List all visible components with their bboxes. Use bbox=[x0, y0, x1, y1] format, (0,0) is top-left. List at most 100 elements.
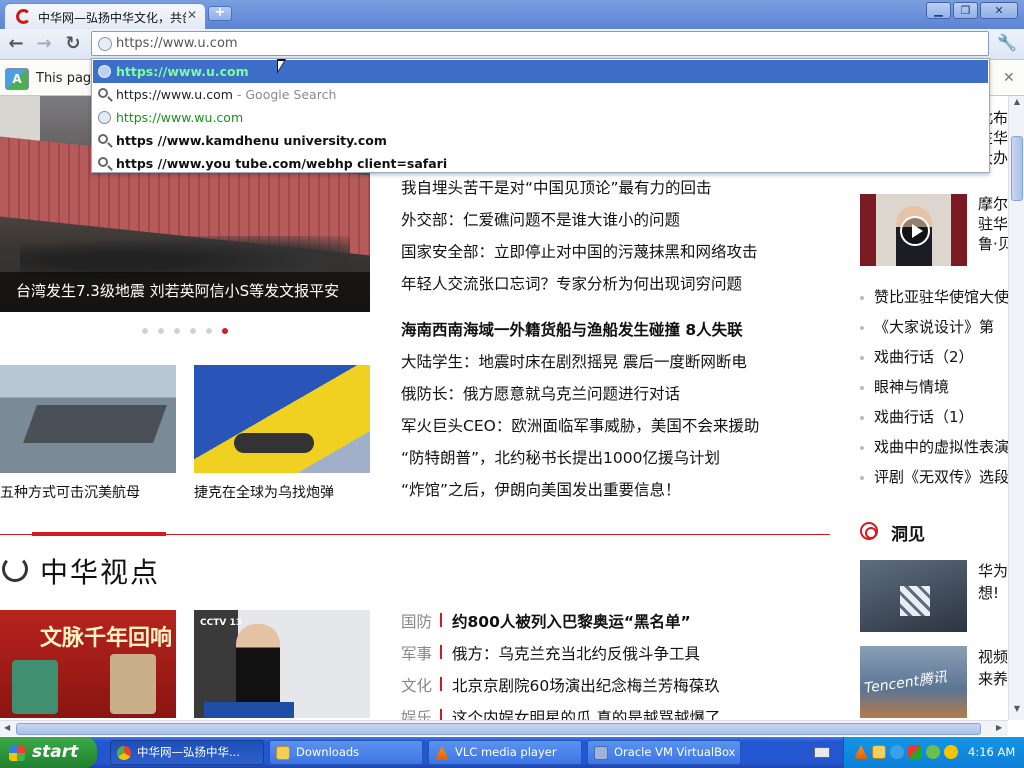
maximize-button[interactable]: ❐ bbox=[953, 2, 978, 19]
culture-artifact bbox=[12, 660, 58, 714]
suggestion-text: https://www.u.com bbox=[116, 64, 249, 79]
slide-dot-active[interactable] bbox=[222, 328, 228, 334]
tencent-photo[interactable]: Tencent腾讯 bbox=[860, 646, 967, 718]
vertical-scrollbar[interactable]: ▲ ▼ bbox=[1008, 96, 1024, 720]
category-headline-link[interactable]: 这个内娱女明星的瓜 真的是越骂越爆了 bbox=[452, 706, 720, 720]
taskbar-item-downloads[interactable]: Downloads bbox=[269, 740, 423, 765]
category-label[interactable]: 国防 bbox=[401, 610, 432, 632]
slide-dot[interactable] bbox=[142, 328, 148, 334]
dongjian-title[interactable]: 洞见 bbox=[891, 520, 925, 545]
headline-link[interactable]: 我自埋头苦干是对“中国见顶论”最有力的回击 bbox=[401, 176, 712, 198]
infobar-close-icon[interactable]: ✕ bbox=[1003, 70, 1015, 86]
taskbar-item-virtualbox[interactable]: Oracle VM VirtualBox ... bbox=[587, 740, 741, 765]
headline-link[interactable]: 外交部：仁爱礁问题不是谁大谁小的问题 bbox=[401, 208, 680, 230]
suggestion-item[interactable]: https://www.u.com bbox=[93, 60, 988, 83]
taskbar-item-label: Downloads bbox=[296, 745, 360, 759]
headline-link[interactable]: 国家安全部：立即停止对中国的污蔑抹黑和网络攻击 bbox=[401, 240, 758, 262]
right-line: 华为 bbox=[978, 562, 1008, 580]
minimize-button[interactable]: ▁ bbox=[926, 2, 951, 19]
slide-dot[interactable] bbox=[158, 328, 164, 334]
dongjian-item-text[interactable]: 华为 想! bbox=[978, 560, 1008, 604]
wrench-menu-icon[interactable]: 🔧 bbox=[997, 33, 1017, 52]
horizontal-scroll-thumb[interactable] bbox=[16, 723, 981, 735]
tv-news-photo[interactable]: CCTV 13 bbox=[194, 610, 370, 718]
headline-link[interactable]: 年轻人交流张口忘词？专家分析为何出现词穷问题 bbox=[401, 272, 742, 294]
huawei-photo[interactable] bbox=[860, 560, 967, 632]
browser-tab[interactable]: 中华网—弘扬中华文化，共创 ✕ bbox=[4, 3, 206, 29]
headline-link[interactable]: 军火巨头CEO：欧洲面临军事威胁，美国不会来援助 bbox=[401, 414, 759, 436]
tencent-sign: Tencent腾讯 bbox=[863, 669, 948, 697]
right-line: 驻华 bbox=[978, 215, 1008, 233]
eye-icon bbox=[860, 522, 878, 540]
close-window-button[interactable]: ✕ bbox=[980, 2, 1018, 19]
update-tray-icon[interactable] bbox=[926, 745, 940, 759]
carrier-photo[interactable] bbox=[0, 365, 176, 473]
search-tray-icon[interactable] bbox=[944, 745, 958, 759]
suggestion-item[interactable]: https://www.wu.com bbox=[93, 106, 988, 129]
suggestion-item[interactable]: https //www.you tube.com/webhp client=sa… bbox=[93, 152, 988, 175]
right-list-item[interactable]: 戏曲行话（2） bbox=[860, 346, 974, 367]
suggestion-item[interactable]: https://www.u.com - Google Search bbox=[93, 83, 988, 106]
right-list-item[interactable]: 眼神与情境 bbox=[860, 376, 949, 397]
right-list-item[interactable]: 戏曲行话（1） bbox=[860, 406, 974, 427]
bullet-icon bbox=[860, 385, 864, 390]
security-shield-icon[interactable] bbox=[908, 745, 922, 759]
scroll-right-icon[interactable]: ▶ bbox=[996, 723, 1002, 732]
headline-link[interactable]: 大陆学生：地震时床在剧烈摇晃 震后一度断网断电 bbox=[401, 350, 747, 372]
scroll-left-icon[interactable]: ◀ bbox=[4, 723, 10, 732]
right-list-item[interactable]: 《大家说设计》第 bbox=[860, 316, 994, 337]
headline-link[interactable]: 俄防长：俄方愿意就乌克兰问题进行对话 bbox=[401, 382, 680, 404]
tab-close-icon[interactable]: ✕ bbox=[187, 8, 197, 22]
slide-dot[interactable] bbox=[206, 328, 212, 334]
slide-dot[interactable] bbox=[190, 328, 196, 334]
keyboard-icon[interactable] bbox=[814, 747, 830, 758]
taskbar-item-vlc[interactable]: VLC media player bbox=[428, 740, 582, 765]
section-logo-icon bbox=[2, 556, 28, 582]
horizontal-scrollbar[interactable]: ◀ ▶ bbox=[0, 720, 1008, 736]
category-headline-link[interactable]: 俄方：乌克兰充当北约反俄斗争工具 bbox=[452, 642, 700, 664]
address-bar-text[interactable]: https://www.u.com bbox=[116, 36, 238, 51]
category-label[interactable]: 军事 bbox=[401, 642, 432, 664]
vertical-scroll-thumb[interactable] bbox=[1011, 136, 1023, 201]
suggestion-item[interactable]: https //www.kamdhenu university.com bbox=[93, 129, 988, 152]
video-thumbnail[interactable] bbox=[860, 194, 967, 266]
category-headline-link[interactable]: 约800人被列入巴黎奥运“黑名单” bbox=[452, 610, 691, 632]
search-icon bbox=[98, 157, 108, 167]
dongjian-item-text[interactable]: 视频 来养 bbox=[978, 646, 1008, 690]
bullet-icon bbox=[860, 475, 864, 480]
forward-button[interactable]: → bbox=[33, 33, 55, 55]
taskbar-item-chrome[interactable]: 中华网—弘扬中华... bbox=[110, 740, 264, 765]
right-line: 视频 bbox=[978, 648, 1008, 666]
network-tray-icon[interactable] bbox=[872, 745, 886, 759]
category-label[interactable]: 文化 bbox=[401, 674, 432, 696]
category-separator bbox=[440, 709, 442, 720]
lead-headline-link[interactable]: 海南西南海域一外籍货船与渔船发生碰撞 8人失联 bbox=[401, 318, 743, 340]
globe-tray-icon[interactable] bbox=[890, 745, 904, 759]
reload-button[interactable]: ↻ bbox=[62, 33, 84, 55]
new-tab-button[interactable]: + bbox=[208, 6, 232, 21]
slide-dot[interactable] bbox=[174, 328, 180, 334]
hero-caption[interactable]: 台湾发生7.3级地震 刘若英阿信小S等发文报平安 bbox=[16, 280, 339, 301]
category-headline-link[interactable]: 北京京剧院60场演出纪念梅兰芳梅葆玖 bbox=[452, 674, 720, 696]
vlc-tray-icon[interactable] bbox=[854, 745, 868, 759]
search-icon bbox=[98, 88, 108, 98]
section-divider-accent bbox=[32, 532, 166, 536]
scroll-up-icon[interactable]: ▲ bbox=[1011, 97, 1023, 111]
right-list-item[interactable]: 赞比亚驻华使馆大使 bbox=[860, 286, 1008, 307]
headline-link[interactable]: “炸馆”之后，伊朗向美国发出重要信息！ bbox=[401, 478, 681, 500]
start-button[interactable]: start bbox=[0, 737, 97, 768]
back-button[interactable]: ← bbox=[5, 33, 27, 55]
headline-link[interactable]: “防特朗普”，北约秘书长提出1000亿援乌计划 bbox=[401, 446, 720, 468]
address-bar[interactable]: https://www.u.com bbox=[91, 31, 989, 56]
play-icon[interactable] bbox=[900, 216, 930, 246]
scroll-down-icon[interactable]: ▼ bbox=[1011, 704, 1023, 718]
flag-caption[interactable]: 捷克在全球为乌找炮弹 bbox=[194, 482, 334, 502]
right-list-item[interactable]: 评剧《无双传》选段 bbox=[860, 466, 1008, 487]
category-label[interactable]: 娱乐 bbox=[401, 706, 432, 720]
video-title[interactable]: 摩尔 驻华 鲁·贝 bbox=[978, 194, 1008, 254]
carrier-caption[interactable]: 五种方式可击沉美航母 bbox=[0, 482, 140, 502]
bullet-icon bbox=[860, 325, 864, 330]
ukraine-flag-photo[interactable] bbox=[194, 365, 370, 473]
right-list-item[interactable]: 戏曲中的虚拟性表演 bbox=[860, 436, 1008, 457]
culture-photo[interactable]: 文脉千年回响 bbox=[0, 610, 176, 718]
